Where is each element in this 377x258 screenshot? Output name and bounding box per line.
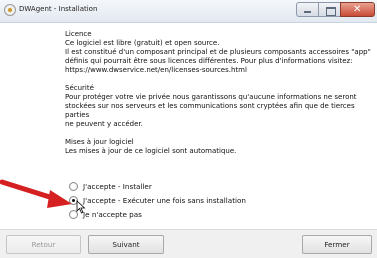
section-line: Il est constitué d'un composant principa… (65, 48, 371, 56)
close-window-button[interactable]: ✕ (340, 2, 375, 17)
window-controls: ✕ (296, 2, 375, 18)
section-line: Ce logiciel est libre (gratuit) et open … (65, 39, 220, 47)
option-label: J'accepte - Exécuter une fois sans insta… (83, 196, 246, 205)
maximize-icon (326, 7, 336, 16)
dwagent-app-icon (4, 4, 16, 16)
back-button[interactable]: Retour (6, 235, 81, 254)
section-line: https://www.dwservice.net/en/licenses-so… (65, 66, 247, 74)
section-heading: Sécurité (65, 84, 94, 92)
section-heading: Licence (65, 30, 92, 38)
title-bar[interactable]: DWAgent - Installation ✕ (0, 0, 377, 23)
licence-section: Licence Ce logiciel est libre (gratuit) … (65, 30, 375, 75)
updates-section: Mises à jour logiciel Les mises à jour d… (65, 138, 375, 156)
section-line: Pour protéger votre vie privée nous gara… (65, 93, 357, 101)
security-section: Sécurité Pour protéger votre vie privée … (65, 84, 375, 129)
button-bar: Retour Suivant Fermer (0, 229, 377, 258)
option-label: J'accepte - Installer (83, 182, 152, 191)
close-button[interactable]: Fermer (302, 235, 372, 254)
option-label: Je n'accepte pas (83, 210, 142, 219)
mouse-cursor-icon (76, 200, 86, 214)
minimize-button[interactable] (296, 2, 318, 17)
section-line: stockées sur nos serveurs et les communi… (65, 102, 355, 119)
section-line: ne peuvent y accéder. (65, 120, 143, 128)
maximize-button[interactable] (318, 2, 340, 17)
info-text-area: Licence Ce logiciel est libre (gratuit) … (65, 30, 375, 165)
section-heading: Mises à jour logiciel (65, 138, 134, 146)
window-title: DWAgent - Installation (19, 5, 98, 13)
minimize-icon (304, 11, 311, 13)
installer-window: DWAgent - Installation ✕ Licence Ce logi… (0, 0, 377, 258)
next-button[interactable]: Suivant (88, 235, 164, 254)
section-line: Les mises à jour de ce logiciel sont aut… (65, 147, 237, 155)
section-line: définis qui pourrait être sous licences … (65, 57, 353, 65)
red-arrow-annotation-icon (0, 179, 72, 208)
close-icon: ✕ (353, 4, 362, 15)
